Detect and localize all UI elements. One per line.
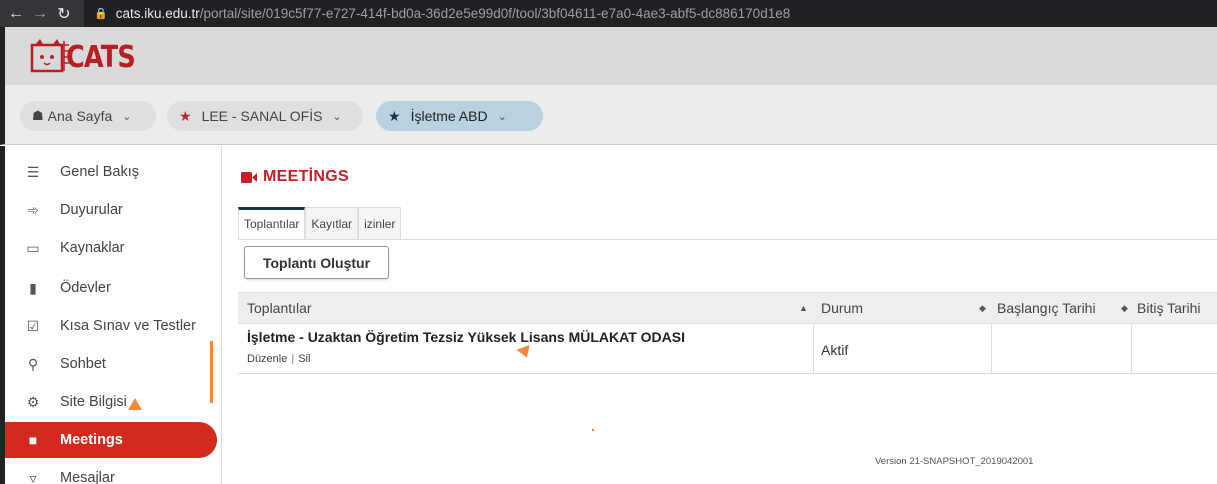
video-camera-icon: ■ (28, 432, 38, 448)
tab-toplantilar[interactable]: Toplantılar (238, 207, 306, 240)
create-meeting-button[interactable]: Toplantı Oluştur (244, 246, 389, 279)
site-nav-lee-sanal-ofis[interactable]: ★ LEE - SANAL OFİS ⌄ (167, 101, 363, 131)
chat-icon: ⚲ (27, 355, 39, 372)
sidebar-item-label: Duyurular (60, 202, 123, 218)
annotation-dot (592, 429, 594, 431)
sidebar-item-odevler[interactable]: ▮ Ödevler (5, 270, 217, 306)
site-nav-label: Ana Sayfa (47, 108, 113, 124)
column-header-toplantilar[interactable]: Toplantılar (247, 300, 312, 316)
sidebar-item-label: Genel Bakış (60, 164, 139, 180)
table-header: Toplantılar ▲ Durum ◆ Başlangıç Tarihi ◆… (238, 292, 1217, 324)
star-icon: ★ (179, 107, 192, 124)
meeting-title[interactable]: İşletme - Uzaktan Öğretim Tezsiz Yüksek … (247, 329, 685, 345)
tool-sidebar: ☰ Genel Bakış ➾ Duyurular ▭ Kaynaklar ▮ … (0, 146, 222, 484)
column-header-durum[interactable]: Durum (821, 300, 863, 316)
delete-link[interactable]: Sil (298, 353, 310, 365)
tool-title: MEETİNGS (241, 168, 349, 186)
sidebar-item-label: Ödevler (60, 280, 111, 296)
sort-icon[interactable]: ◆ (1121, 303, 1128, 314)
sidebar-item-label: Kısa Sınav ve Testler (60, 318, 196, 334)
site-nav-label: LEE - SANAL OFİS (201, 108, 323, 124)
gear-icon: ⚙ (26, 393, 40, 410)
site-banner: CATS (0, 27, 1217, 85)
forward-arrow-icon[interactable]: → (28, 5, 52, 23)
sidebar-item-label: Mesajlar (60, 470, 115, 484)
browser-toolbar: ← → ↻ 🔒 cats.iku.edu.tr/portal/site/019c… (0, 0, 1217, 27)
sidebar-item-genel-bakis[interactable]: ☰ Genel Bakış (5, 154, 217, 190)
star-icon: ★ (388, 107, 401, 124)
tool-tabs: Toplantılar Kayıtlar izinler (238, 207, 402, 240)
reload-icon[interactable]: ↻ (52, 4, 76, 24)
lock-icon: 🔒 (94, 8, 108, 20)
sidebar-item-duyurular[interactable]: ➾ Duyurular (5, 192, 217, 228)
video-camera-icon (241, 171, 257, 183)
sidebar-item-sohbet[interactable]: ⚲ Sohbet (5, 346, 217, 382)
column-divider (991, 324, 992, 374)
column-header-bitis-tarihi[interactable]: Bitiş Tarihi (1137, 300, 1201, 316)
tool-main-content: MEETİNGS Toplantılar Kayıtlar izinler To… (223, 146, 1217, 484)
tab-divider (238, 239, 1217, 240)
column-divider (1131, 324, 1132, 374)
tab-izinler[interactable]: izinler (358, 207, 402, 240)
sidebar-item-kaynaklar[interactable]: ▭ Kaynaklar (5, 230, 217, 266)
folder-icon: ▭ (26, 239, 40, 256)
back-arrow-icon[interactable]: ← (4, 5, 28, 23)
tool-title-text: MEETİNGS (263, 168, 349, 185)
address-bar[interactable]: 🔒 cats.iku.edu.tr/portal/site/019c5f77-e… (84, 0, 1217, 27)
sidebar-item-site-bilgisi[interactable]: ⚙ Site Bilgisi (5, 384, 217, 420)
site-navigation: ☗ Ana Sayfa ⌄ ★ LEE - SANAL OFİS ⌄ ★ İşl… (0, 85, 1217, 145)
chevron-down-icon[interactable]: ⌄ (498, 110, 507, 123)
column-header-baslangic-tarihi[interactable]: Başlangıç Tarihi (997, 300, 1096, 316)
checkbox-icon: ☑ (26, 317, 40, 334)
sidebar-item-label: Sohbet (60, 356, 106, 372)
megaphone-icon: ➾ (27, 201, 39, 218)
column-divider (813, 324, 814, 374)
logo-text: CATS (66, 39, 136, 75)
sort-icon[interactable]: ◆ (979, 303, 986, 314)
sidebar-item-label: Kaynaklar (60, 240, 125, 256)
chevron-down-icon[interactable]: ⌄ (332, 110, 341, 123)
site-nav-home[interactable]: ☗ Ana Sayfa ⌄ (20, 101, 156, 131)
sort-asc-icon[interactable]: ▲ (799, 303, 808, 313)
cats-logo[interactable]: CATS (30, 37, 147, 75)
sidebar-item-meetings[interactable]: ■ Meetings (5, 422, 217, 458)
site-nav-isletme-abd[interactable]: ★ İşletme ABD ⌄ (376, 101, 543, 131)
site-nav-label: İşletme ABD (410, 108, 488, 124)
sidebar-item-label: Site Bilgisi (60, 394, 127, 410)
scrollbar-thumb[interactable] (210, 341, 213, 403)
table-row: İşletme - Uzaktan Öğretim Tezsiz Yüksek … (238, 324, 1217, 374)
chevron-down-icon[interactable]: ⌄ (122, 110, 131, 123)
cat-logo-icon (30, 39, 69, 73)
inbox-icon: ▿ (29, 469, 37, 484)
tab-kayitlar[interactable]: Kayıtlar (305, 207, 359, 240)
edit-link[interactable]: Düzenle (247, 353, 287, 365)
file-icon: ▮ (29, 279, 37, 296)
row-actions: Düzenle | Sil (247, 353, 310, 365)
sidebar-item-mesajlar[interactable]: ▿ Mesajlar (5, 460, 217, 484)
url-host: cats.iku.edu.tr (115, 6, 200, 21)
status-cell: Aktif (821, 342, 849, 358)
sidebar-item-label: Meetings (60, 432, 123, 448)
action-separator: | (291, 353, 295, 365)
home-icon: ☗ (32, 108, 44, 123)
annotation-pointer-icon (128, 398, 142, 410)
url-path: /portal/site/019c5f77-e727-414f-bd0a-36d… (199, 6, 791, 21)
sidebar-item-kisa-sinav[interactable]: ☑ Kısa Sınav ve Testler (5, 308, 217, 344)
list-icon: ☰ (26, 163, 40, 180)
version-footer: Version 21-SNAPSHOT_2019042001 (875, 456, 1034, 467)
